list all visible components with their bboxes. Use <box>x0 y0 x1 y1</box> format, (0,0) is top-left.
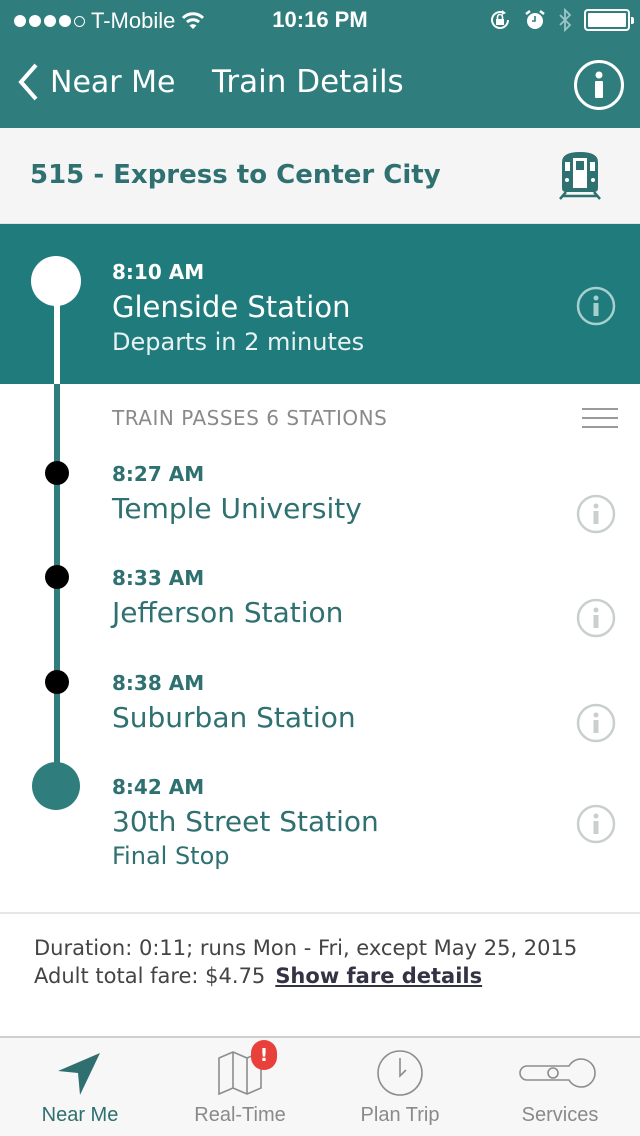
tab-near-me[interactable]: Near Me <box>0 1038 160 1136</box>
tab-label: Real-Time <box>194 1104 286 1126</box>
bluetooth-icon <box>559 8 572 32</box>
stop-time: 8:38 AM <box>112 671 205 695</box>
rotation-lock-icon <box>491 10 509 29</box>
tab-services[interactable]: Services <box>480 1038 640 1136</box>
route-title: 515 - Express to Center City <box>30 160 441 190</box>
origin-departure-status: Departs in 2 minutes <box>112 328 365 356</box>
alarm-icon <box>525 10 545 29</box>
header: T-Mobile 10:16 PM Near Me Train Details <box>0 0 640 128</box>
origin-time: 8:10 AM <box>112 260 205 284</box>
stop-row[interactable]: 8:33 AM Jefferson Station <box>112 566 612 629</box>
info-icon[interactable] <box>576 598 616 638</box>
stop-time: 8:27 AM <box>112 462 205 486</box>
trip-info: Duration: 0:11; runs Mon - Fri, except M… <box>0 912 640 1036</box>
stop-name: Jefferson Station <box>112 596 344 629</box>
origin-node <box>31 256 81 306</box>
page-title: Train Details <box>212 64 404 100</box>
stop-node <box>45 565 69 589</box>
info-icon[interactable] <box>576 494 616 534</box>
stations-passed-label: TRAIN PASSES 6 STATIONS <box>112 406 388 430</box>
key-icon <box>519 1058 596 1088</box>
battery-icon <box>584 9 634 31</box>
tab-label: Plan Trip <box>360 1104 440 1126</box>
tab-real-time[interactable]: ! Real-Time <box>160 1038 320 1136</box>
stop-time: 8:42 AM <box>112 775 205 799</box>
navigation-bar: Near Me Train Details <box>0 40 640 128</box>
tab-plan-trip[interactable]: Plan Trip <box>320 1038 480 1136</box>
show-fare-details-link[interactable]: Show fare details <box>275 964 482 988</box>
tab-bar: Near Me ! Real-Time Plan Trip Services <box>0 1036 640 1136</box>
chevron-left-icon <box>18 63 38 101</box>
info-icon[interactable] <box>576 703 616 743</box>
back-button[interactable]: Near Me <box>16 62 176 102</box>
info-button[interactable] <box>574 60 624 110</box>
train-icon <box>559 152 601 200</box>
stop-time: 8:33 AM <box>112 566 205 590</box>
alert-badge: ! <box>251 1040 277 1070</box>
menu-icon[interactable] <box>582 408 618 435</box>
route-header: 515 - Express to Center City <box>0 128 640 224</box>
status-bar: T-Mobile 10:16 PM <box>0 0 640 40</box>
stop-subtitle: Final Stop <box>112 842 230 870</box>
info-icon <box>595 71 603 98</box>
stop-name: Temple University <box>112 492 362 525</box>
stop-node <box>45 461 69 485</box>
fare-text: Adult total fare: $4.75 <box>34 964 266 988</box>
duration-text: Duration: 0:11; runs Mon - Fri, except M… <box>34 936 578 960</box>
clock-icon <box>377 1050 423 1096</box>
stop-row[interactable]: 8:38 AM Suburban Station <box>112 671 612 734</box>
info-icon[interactable] <box>576 286 616 326</box>
stop-name: Suburban Station <box>112 701 356 734</box>
stop-name: 30th Street Station <box>112 805 379 838</box>
stop-row[interactable]: 8:27 AM Temple University <box>112 462 612 525</box>
stop-node <box>45 670 69 694</box>
back-label: Near Me <box>50 64 176 100</box>
location-arrow-icon <box>58 1053 100 1095</box>
info-icon[interactable] <box>576 804 616 844</box>
origin-stop[interactable]: 8:10 AM Glenside Station Departs in 2 mi… <box>0 224 640 384</box>
final-stop-node <box>32 762 80 810</box>
stop-row[interactable]: 8:42 AM 30th Street Station Final Stop <box>112 775 612 870</box>
tab-label: Services <box>521 1104 599 1126</box>
tab-label: Near Me <box>41 1104 119 1126</box>
origin-name: Glenside Station <box>112 290 351 324</box>
